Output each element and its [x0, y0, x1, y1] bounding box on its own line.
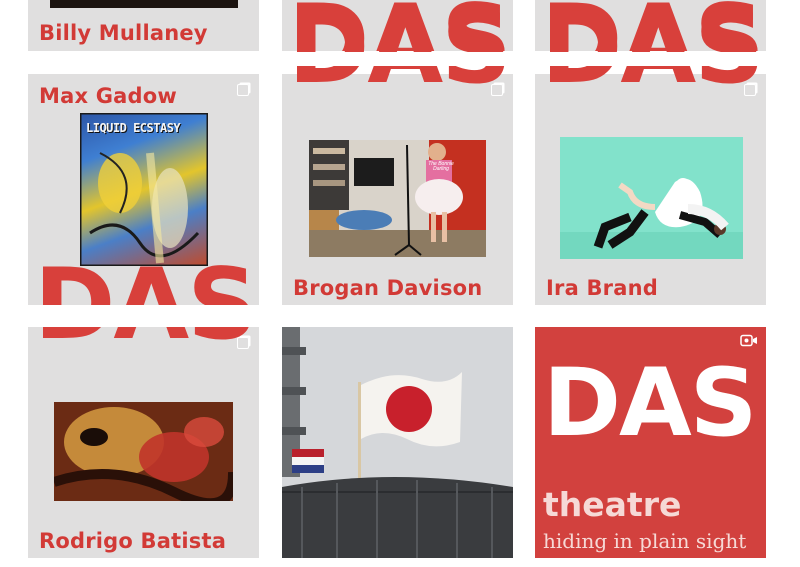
post-tile-billy-mullaney[interactable]: Billy Mullaney [28, 0, 259, 51]
theatre-label: theatre [543, 485, 682, 524]
poster-image: LIQUID ECSTASY [80, 113, 208, 266]
post-tile-ira-brand[interactable]: Ira Brand [535, 74, 766, 305]
divider [535, 52, 766, 66]
das-logo-text: DAS [543, 349, 757, 458]
das-logo-overlay: DAS [541, 0, 765, 106]
performance-photo [309, 140, 486, 257]
performance-photo [560, 137, 743, 259]
divider [282, 52, 513, 66]
shirt-text: The Bonnie Darling [428, 161, 454, 172]
artist-name: Billy Mullaney [39, 21, 208, 45]
multiple-posts-icon [237, 84, 249, 96]
post-image [50, 0, 238, 8]
artist-name: Ira Brand [546, 276, 658, 300]
post-image [560, 137, 743, 259]
post-tile-brogan-davison[interactable]: The Bonnie Darling Brogan Davison [282, 74, 513, 305]
post-image: The Bonnie Darling [309, 140, 486, 257]
post-image [282, 327, 513, 558]
post-tile-flag-photo[interactable] [282, 327, 513, 558]
performance-photo [54, 402, 233, 501]
flag-photo [282, 327, 513, 558]
artist-name: Rodrigo Batista [39, 529, 227, 553]
video-camera-icon [740, 334, 757, 347]
post-tile-das-theatre[interactable]: DAS theatre hiding in plain sight [535, 327, 766, 558]
post-image [54, 402, 233, 501]
divider [28, 305, 259, 327]
das-logo-overlay: DAS [288, 0, 512, 106]
tagline: hiding in plain sight [543, 529, 747, 553]
artist-name: Max Gadow [39, 84, 177, 108]
poster-title: LIQUID ECSTASY [86, 121, 181, 135]
artist-name: Brogan Davison [293, 276, 483, 300]
poster-artwork [80, 113, 208, 266]
